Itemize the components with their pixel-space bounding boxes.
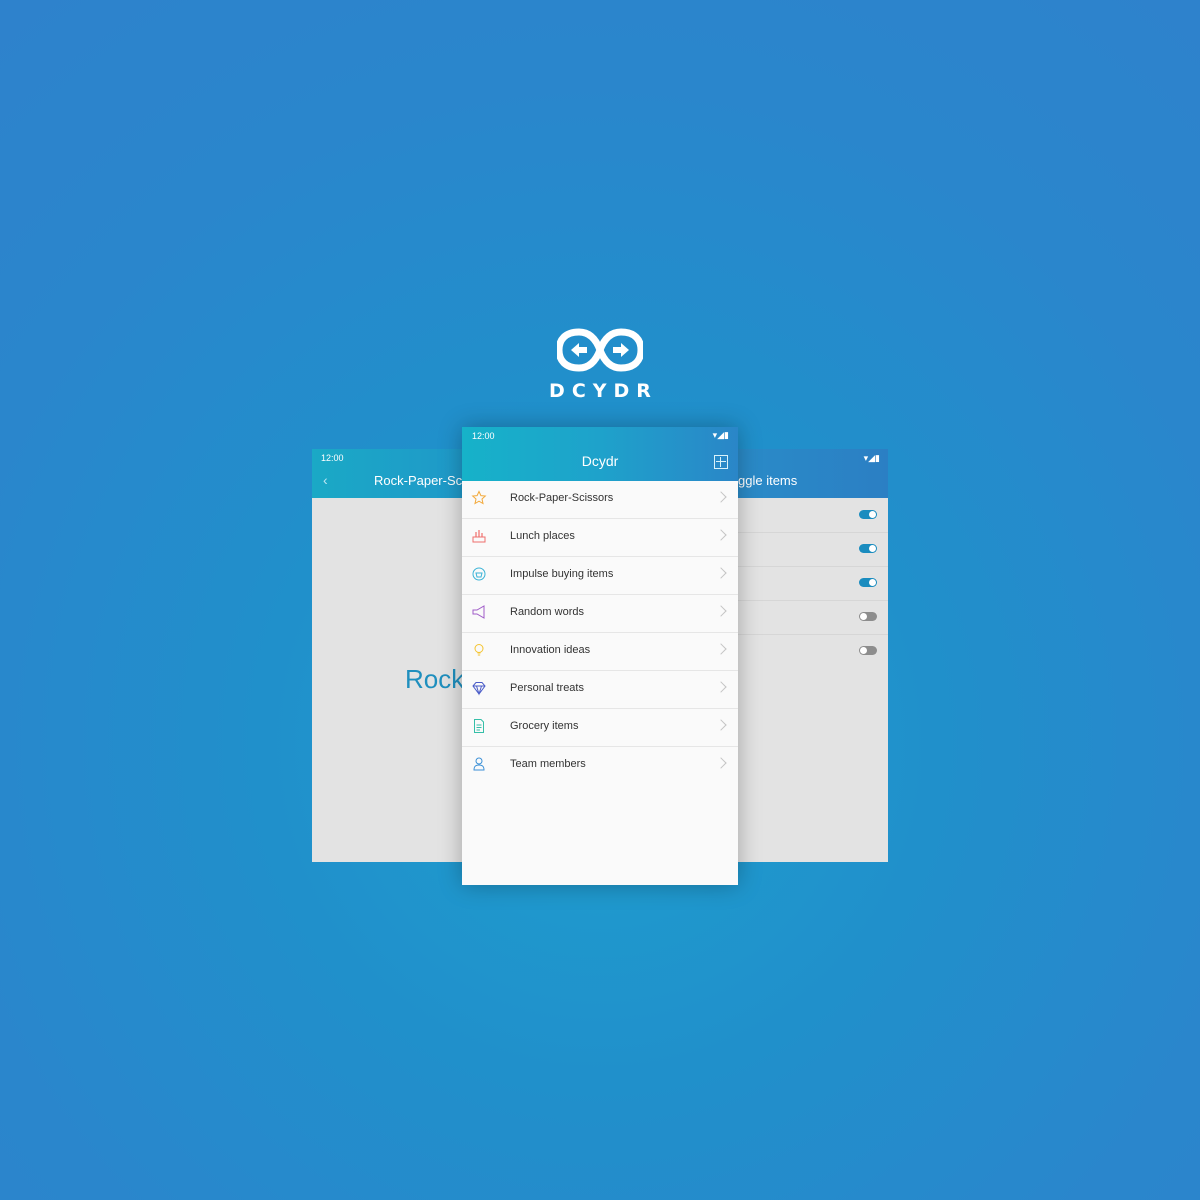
status-icons: ▾◢▮: [712, 430, 729, 440]
status-icons: ▾◢▮: [863, 453, 880, 463]
status-time: 12:00: [321, 453, 344, 463]
toggle-switch[interactable]: [859, 510, 877, 519]
list-item[interactable]: Grocery items: [462, 709, 738, 747]
lightbulb-icon: [474, 644, 484, 656]
list-item[interactable]: Team members: [462, 747, 738, 784]
list-item-label: Team members: [510, 758, 586, 770]
list-item-label: Impulse buying items: [510, 568, 614, 580]
toggle-row: [738, 566, 888, 601]
rps-result-text: Rock: [405, 664, 462, 694]
status-time: 12:00: [472, 431, 495, 441]
list-item[interactable]: Rock-Paper-Scissors: [462, 481, 738, 519]
toggle-switch[interactable]: [859, 578, 877, 587]
list-item[interactable]: Random words: [462, 595, 738, 633]
infinity-arrows-icon: [557, 328, 643, 372]
toggle-switch[interactable]: [859, 544, 877, 553]
toggle-row: [738, 498, 888, 533]
rps-title: Rock-Paper-Sc: [374, 473, 462, 488]
toggle-items-screen: ▾◢▮ ggle items: [738, 449, 888, 862]
person-icon: [473, 757, 485, 771]
toggle-row: [738, 532, 888, 567]
chevron-right-icon: [715, 491, 727, 503]
main-screen: 12:00 ▾◢▮ Dcydr Rock-Paper-Scissors Lunc…: [462, 427, 738, 885]
chevron-right-icon: [715, 681, 727, 693]
back-arrow-icon[interactable]: ‹: [323, 472, 328, 488]
list-item[interactable]: Lunch places: [462, 519, 738, 557]
brand-name: DCYDR: [549, 380, 658, 402]
app-title: Dcydr: [581, 453, 619, 469]
diamond-icon: [472, 682, 486, 696]
list-item-label: Random words: [510, 606, 584, 618]
rps-screen: 12:00 ‹ Rock-Paper-Sc Rock: [312, 449, 462, 862]
list-item-label: Lunch places: [510, 530, 575, 542]
list-item[interactable]: Impulse buying items: [462, 557, 738, 595]
list-item[interactable]: Innovation ideas: [462, 633, 738, 671]
chevron-right-icon: [715, 529, 727, 541]
add-box-icon[interactable]: [714, 455, 728, 469]
document-icon: [474, 719, 484, 733]
brand-logo: DCYDR: [540, 328, 660, 408]
status-bar: 12:00: [312, 449, 462, 467]
star-icon: [471, 490, 487, 505]
list-item-label: Rock-Paper-Scissors: [510, 492, 614, 504]
chevron-right-icon: [715, 757, 727, 769]
list-item-label: Grocery items: [510, 720, 579, 732]
chevron-right-icon: [715, 605, 727, 617]
status-bar: 12:00: [462, 427, 738, 445]
toggle-title: ggle items: [738, 473, 798, 488]
chevron-right-icon: [715, 567, 727, 579]
toggle-row: [738, 600, 888, 635]
chevron-right-icon: [715, 643, 727, 655]
list-item-label: Innovation ideas: [510, 644, 591, 656]
list-item-label: Personal treats: [510, 682, 584, 694]
list-item[interactable]: Personal treats: [462, 671, 738, 709]
chevron-right-icon: [715, 719, 727, 731]
shopping-icon: [472, 567, 486, 581]
decision-list: Rock-Paper-Scissors Lunch places Impulse…: [462, 481, 738, 784]
toggle-row: [738, 634, 888, 668]
megaphone-icon: [472, 605, 485, 619]
toggle-switch[interactable]: [859, 646, 877, 655]
food-icon: [472, 530, 486, 543]
toggle-switch[interactable]: [859, 612, 877, 621]
